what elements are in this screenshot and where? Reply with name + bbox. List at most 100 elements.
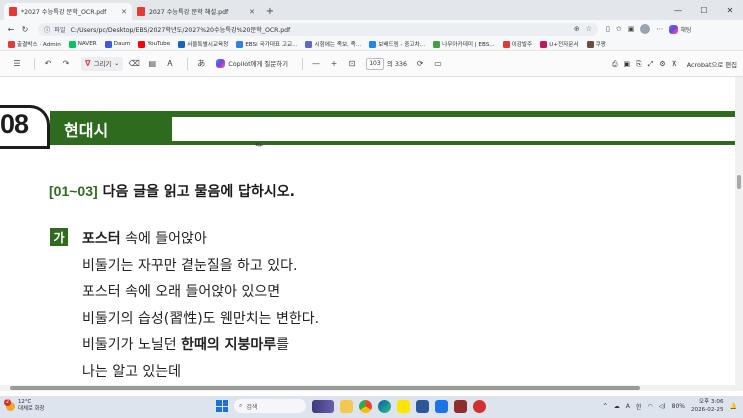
window-controls: — ☐ ✕ <box>665 0 743 20</box>
weather-temp: 12°C <box>18 399 32 405</box>
tab-commentary-pdf[interactable]: 2027 수능특강 문학 해설.pdf ✕ <box>132 3 260 20</box>
pdf-document[interactable]: 현대시 08 ✎ [01~03] 다음 글을 읽고 물음에 답하시오. 가 포스… <box>0 77 743 391</box>
info-icon: ⓘ <box>44 26 51 34</box>
bookmark-favicon-icon <box>369 40 377 48</box>
vertical-scrollbar[interactable] <box>735 77 743 391</box>
save-as-icon[interactable]: ⎘ <box>636 60 642 69</box>
page-view-icon[interactable]: ▭ <box>431 57 445 71</box>
read-aloud-icon[interactable]: ⊕ <box>574 25 580 33</box>
copilot-ask-button[interactable]: Copilot에게 질문하기 <box>216 59 288 68</box>
bookmark-item[interactable]: 서울특별시교육청 <box>178 40 228 48</box>
wifi-icon[interactable]: ◠ <box>647 403 652 410</box>
pin-icon[interactable]: ⊼ <box>672 60 677 68</box>
zoom-out-icon[interactable]: — <box>309 57 323 71</box>
new-tab-button[interactable]: + <box>263 4 277 18</box>
hangul-app-icon[interactable] <box>435 399 448 413</box>
undo-icon[interactable]: ↶ <box>41 57 55 71</box>
rotate-icon[interactable]: ⟳ <box>413 57 427 71</box>
bookmark-favicon-icon <box>8 40 15 48</box>
highlight-icon[interactable]: ▤ <box>145 57 159 71</box>
bookmark-item[interactable]: EBSi 국가대표 고교... <box>236 40 297 48</box>
text-icon[interactable]: Ꭺ <box>163 57 177 71</box>
horizontal-scrollbar[interactable] <box>0 385 735 391</box>
acrobat-edit-button[interactable]: Acrobat으로 편집 <box>687 60 737 69</box>
maximize-icon[interactable]: ☐ <box>691 0 717 20</box>
expand-icon[interactable]: ⤢ <box>648 60 654 69</box>
favorite-star-icon[interactable]: ☆ <box>586 25 592 33</box>
cloud-icon[interactable]: ☁ <box>614 403 620 410</box>
bookmark-item[interactable]: 보배드림 - 중고차... <box>369 40 425 48</box>
battery-percent[interactable]: 80% <box>672 403 685 410</box>
bookmark-item[interactable]: Daum <box>104 40 130 48</box>
poem-text: 포스터 속에 들어앉아 비둘기는 자꾸만 곁눈질을 하고 있다. 포스터 속에 … <box>82 226 319 385</box>
close-window-icon[interactable]: ✕ <box>717 0 743 20</box>
draw-button[interactable]: ∇ 그리기 ⌄ <box>81 56 124 71</box>
widgets-app-icon[interactable] <box>312 399 334 413</box>
copilot-label: 채팅 <box>680 26 692 34</box>
system-tray: ^ ☁ A 한 ◠ ◁) 80% 오후 3:06 2026-02-25 🔔 <box>603 399 737 414</box>
bookmark-item[interactable]: U+전자문서 <box>540 40 579 48</box>
eraser-icon[interactable]: ⌫ <box>127 57 141 71</box>
weather-widget[interactable]: 2 12°C 대체로 화창 <box>4 398 45 413</box>
address-bar: ← ↻ ⓘ 파일 C:/Users/pc/Desktop/EBS/2027학년도… <box>0 20 743 38</box>
scroll-thumb[interactable] <box>10 386 640 390</box>
edge-icon[interactable] <box>378 399 391 413</box>
kakaotalk-icon[interactable] <box>397 399 410 413</box>
divider <box>34 57 35 70</box>
bookmarks-bar: 출결박스 · Admin NAVER Daum YouTube 서울특별시교육청… <box>0 38 743 51</box>
favorites-icon[interactable]: ✩ <box>616 25 622 33</box>
zoom-in-icon[interactable]: + <box>327 57 341 71</box>
fit-page-icon[interactable]: ⊡ <box>345 57 359 71</box>
pdf-file-icon <box>9 7 17 16</box>
divider <box>187 57 189 70</box>
save-icon[interactable]: ▣ <box>624 60 631 68</box>
back-icon[interactable]: ← <box>4 22 18 36</box>
bookmark-item[interactable]: 출결박스 · Admin <box>8 40 61 48</box>
volume-icon[interactable]: ◁) <box>659 403 666 410</box>
bookmark-item[interactable]: NAVER <box>68 40 97 48</box>
copilot-button[interactable]: 채팅 <box>669 24 692 34</box>
poem-line: 비둘기가 노닐던 한때의 지붕마루를 <box>82 337 289 353</box>
file-explorer-icon[interactable] <box>340 399 353 413</box>
read-aloud-icon[interactable]: あ <box>194 57 208 71</box>
bookmark-item[interactable]: 이감발주 <box>502 40 532 48</box>
contents-icon[interactable]: ☰ <box>10 57 24 71</box>
ime-mode[interactable]: 한 <box>636 402 642 411</box>
clock[interactable]: 오후 3:06 2026-02-25 <box>691 399 724 414</box>
bookmark-item[interactable]: 시험에는 족보, 족... <box>305 40 361 48</box>
page-number-input[interactable]: 103 <box>365 57 384 70</box>
app-icon[interactable] <box>416 399 429 413</box>
tab-title: *2027 수능특강 문학_OCR.pdf <box>21 9 107 16</box>
notification-bell-icon[interactable]: 🔔 <box>730 403 737 410</box>
bookmark-favicon-icon <box>178 40 186 48</box>
bookmark-favicon-icon <box>586 40 594 48</box>
close-icon[interactable]: ✕ <box>121 8 127 16</box>
bookmark-item[interactable]: 쿠팡 <box>586 40 606 48</box>
keyboard-lang[interactable]: A <box>626 403 630 410</box>
chevron-up-icon[interactable]: ^ <box>603 403 608 410</box>
split-screen-icon[interactable]: ▯ <box>606 25 610 33</box>
books-app-icon[interactable] <box>454 399 467 413</box>
url-input[interactable]: ⓘ 파일 C:/Users/pc/Desktop/EBS/2027학년도/202… <box>38 22 598 36</box>
start-button[interactable] <box>216 400 228 412</box>
more-icon[interactable]: ⋯ <box>656 25 663 33</box>
taskbar-search[interactable]: ⌕ 검색 <box>234 399 306 413</box>
profile-avatar[interactable] <box>640 24 651 34</box>
bookmark-item[interactable]: 나무아카데미 | EBS... <box>433 40 495 48</box>
settings-icon[interactable]: ⚙ <box>659 60 665 68</box>
media-app-icon[interactable] <box>473 399 486 413</box>
bookmark-item[interactable]: YouTube <box>138 40 170 48</box>
chrome-icon[interactable] <box>359 399 372 413</box>
scroll-thumb[interactable] <box>737 175 741 189</box>
refresh-icon[interactable]: ↻ <box>18 22 32 36</box>
draw-label: 그리기 <box>93 60 112 68</box>
minimize-icon[interactable]: — <box>665 0 691 20</box>
taskbar: 2 12°C 대체로 화창 ⌕ 검색 ^ ☁ A 한 ◠ ◁) 80% 오후 3… <box>0 396 743 418</box>
poem-line: 비둘기의 습성(習性)도 웬만치는 변한다. <box>82 310 320 327</box>
tab-ocr-pdf[interactable]: *2027 수능특강 문학_OCR.pdf ✕ <box>4 3 132 20</box>
print-icon[interactable]: ⎙ <box>612 60 618 69</box>
collections-icon[interactable]: ▣ <box>628 25 635 33</box>
redo-icon[interactable]: ↷ <box>59 57 73 71</box>
close-icon[interactable]: ✕ <box>249 8 255 16</box>
sun-icon: 2 <box>4 398 15 411</box>
